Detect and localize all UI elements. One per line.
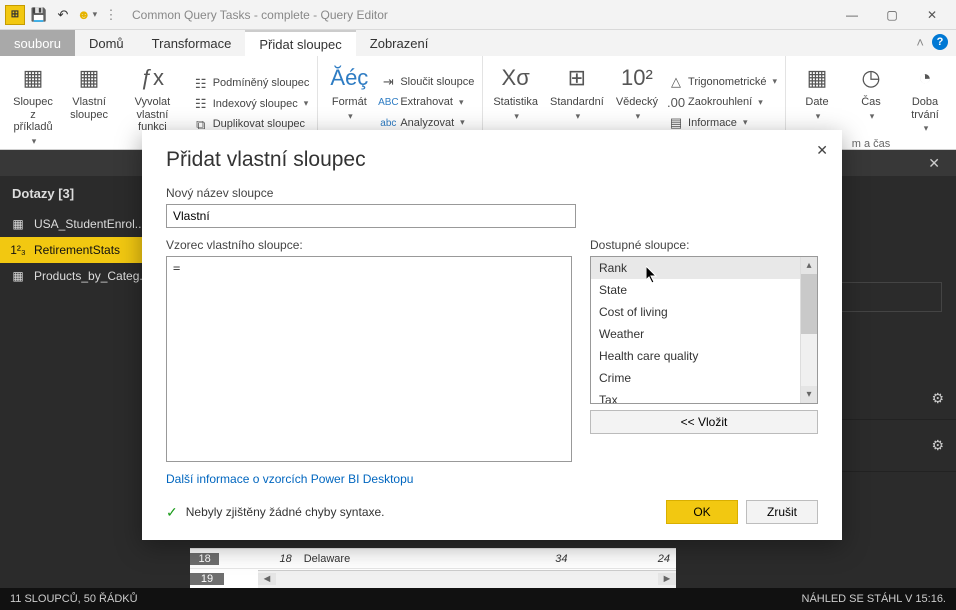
status-right: NÁHLED SE STÁHL V 15:16. xyxy=(802,593,947,605)
trig-button[interactable]: △Trigonometrické▾ xyxy=(666,73,779,92)
format-icon: Ăéç xyxy=(333,62,365,94)
fx-icon: ƒx xyxy=(136,62,168,94)
list-item[interactable]: Rank xyxy=(591,257,817,279)
list-item[interactable]: Health care quality xyxy=(591,345,817,367)
stopwatch-icon: ◔ xyxy=(909,62,941,94)
horizontal-scrollbar[interactable]: ◄ ► xyxy=(258,570,676,588)
available-columns-label: Dostupné sloupce: xyxy=(590,238,818,252)
date-button[interactable]: ▦Date▾ xyxy=(792,60,842,136)
parse-icon: abc xyxy=(380,115,396,131)
list-item[interactable]: Weather xyxy=(591,323,817,345)
titlebar: ⊞ 💾 ↶ ☻ ▾ ⋮ Common Query Tasks - complet… xyxy=(0,0,956,30)
duration-button[interactable]: ◔Doba trvání▾ xyxy=(900,60,950,136)
cond-icon: ☷ xyxy=(193,76,209,92)
extract-button[interactable]: ABCExtrahovat▾ xyxy=(378,93,476,112)
cancel-button[interactable]: Zrušit xyxy=(746,500,818,524)
tab-transform[interactable]: Transformace xyxy=(138,30,246,56)
column-from-examples-button[interactable]: ▦Sloupec z příkladů▾ xyxy=(6,60,60,148)
ribbon-tabs: souboru Domů Transformace Přidat sloupec… xyxy=(0,30,956,56)
tab-view[interactable]: Zobrazení xyxy=(356,30,443,56)
face-icon[interactable]: ☻ ▾ xyxy=(76,4,98,26)
scroll-left-icon[interactable]: ◄ xyxy=(258,573,276,585)
table-icon: ▦ xyxy=(10,269,26,283)
window-title: Common Query Tasks - complete - Query Ed… xyxy=(122,8,832,22)
available-columns-list[interactable]: Rank State Cost of living Weather Health… xyxy=(590,256,818,404)
table-row[interactable]: 19 ◄ ► xyxy=(190,568,676,588)
close-panel-icon[interactable]: ✕ xyxy=(918,155,950,172)
vertical-scrollbar[interactable]: ▴ ▾ xyxy=(800,257,817,403)
minimize-button[interactable]: — xyxy=(832,0,872,30)
column-name-input[interactable] xyxy=(166,204,576,228)
maximize-button[interactable]: ▢ xyxy=(872,0,912,30)
list-item[interactable]: State xyxy=(591,279,817,301)
trig-icon: △ xyxy=(668,74,684,90)
calc-icon: ⊞ xyxy=(561,62,593,94)
query-label: RetirementStats xyxy=(34,243,120,257)
table-fx-icon: ▦ xyxy=(73,62,105,94)
calendar-icon: ▦ xyxy=(801,62,833,94)
list-item[interactable]: Cost of living xyxy=(591,301,817,323)
scroll-up-icon[interactable]: ▴ xyxy=(801,257,817,274)
ten-icon: 10² xyxy=(621,62,653,94)
learn-more-link[interactable]: Další informace o vzorcích Power BI Desk… xyxy=(166,472,572,486)
list-item[interactable]: Crime xyxy=(591,367,817,389)
table-star-icon: ▦ xyxy=(17,62,49,94)
save-icon[interactable]: 💾 xyxy=(28,4,50,26)
undo-icon[interactable]: ↶ xyxy=(52,4,74,26)
formula-input[interactable] xyxy=(166,256,572,462)
data-grid: 18 18 Delaware 34 24 19 ◄ ► xyxy=(190,548,676,588)
number-icon: 1²₃ xyxy=(10,243,26,257)
info-icon: ▤ xyxy=(668,115,684,131)
tab-home[interactable]: Domů xyxy=(75,30,138,56)
time-button[interactable]: ◷Čas▾ xyxy=(846,60,896,136)
merge-icon: ⇥ xyxy=(380,74,396,90)
custom-column-button[interactable]: ▦Vlastní sloupec xyxy=(64,60,114,148)
index-column-button[interactable]: ☷Indexový sloupec▾ xyxy=(191,95,312,114)
help-icon[interactable]: ? xyxy=(932,34,948,50)
table-icon: ▦ xyxy=(10,217,26,231)
query-label: Products_by_Categ... xyxy=(34,269,149,283)
insert-button[interactable]: << Vložit xyxy=(590,410,818,434)
gear-icon[interactable]: ⚙ xyxy=(931,437,944,454)
dialog-title: Přidat vlastní sloupec xyxy=(166,148,818,172)
table-row[interactable]: 18 18 Delaware 34 24 xyxy=(190,548,676,568)
extract-icon: ABC xyxy=(380,95,396,111)
query-label: USA_StudentEnrol... xyxy=(34,217,145,231)
tab-add-column[interactable]: Přidat sloupec xyxy=(245,30,355,56)
name-label: Nový název sloupce xyxy=(166,186,818,200)
syntax-status: Nebyly zjištěny žádné chyby syntaxe. xyxy=(186,505,385,519)
gear-icon[interactable]: ⚙ xyxy=(931,390,944,407)
conditional-column-button[interactable]: ☷Podmíněný sloupec xyxy=(191,74,312,93)
formula-label: Vzorec vlastního sloupce: xyxy=(166,238,572,252)
add-custom-column-dialog: ✕ Přidat vlastní sloupec Nový název slou… xyxy=(142,130,842,540)
collapse-ribbon-icon[interactable]: ˄ xyxy=(916,35,924,50)
check-icon: ✓ xyxy=(166,504,178,521)
scroll-down-icon[interactable]: ▾ xyxy=(801,386,817,403)
index-icon: ☷ xyxy=(193,96,209,112)
list-item[interactable]: Tax xyxy=(591,389,817,404)
scroll-right-icon[interactable]: ► xyxy=(658,573,676,585)
ok-button[interactable]: OK xyxy=(666,500,738,524)
clock-icon: ◷ xyxy=(855,62,887,94)
tab-file[interactable]: souboru xyxy=(0,30,75,56)
status-left: 11 SLOUPCŮ, 50 ŘÁDKŮ xyxy=(10,593,138,605)
status-bar: 11 SLOUPCŮ, 50 ŘÁDKŮ NÁHLED SE STÁHL V 1… xyxy=(0,588,956,610)
merge-columns-button[interactable]: ⇥Sloučit sloupce xyxy=(378,73,476,92)
close-button[interactable]: ✕ xyxy=(912,0,952,30)
sigma-icon: Χσ xyxy=(500,62,532,94)
qat-dropdown[interactable]: ⋮ xyxy=(100,4,122,26)
rounding-button[interactable]: .00Zaokrouhlení▾ xyxy=(666,93,779,112)
round-icon: .00 xyxy=(668,95,684,111)
dialog-close-icon[interactable]: ✕ xyxy=(816,142,828,159)
app-icon: ⊞ xyxy=(4,4,26,26)
